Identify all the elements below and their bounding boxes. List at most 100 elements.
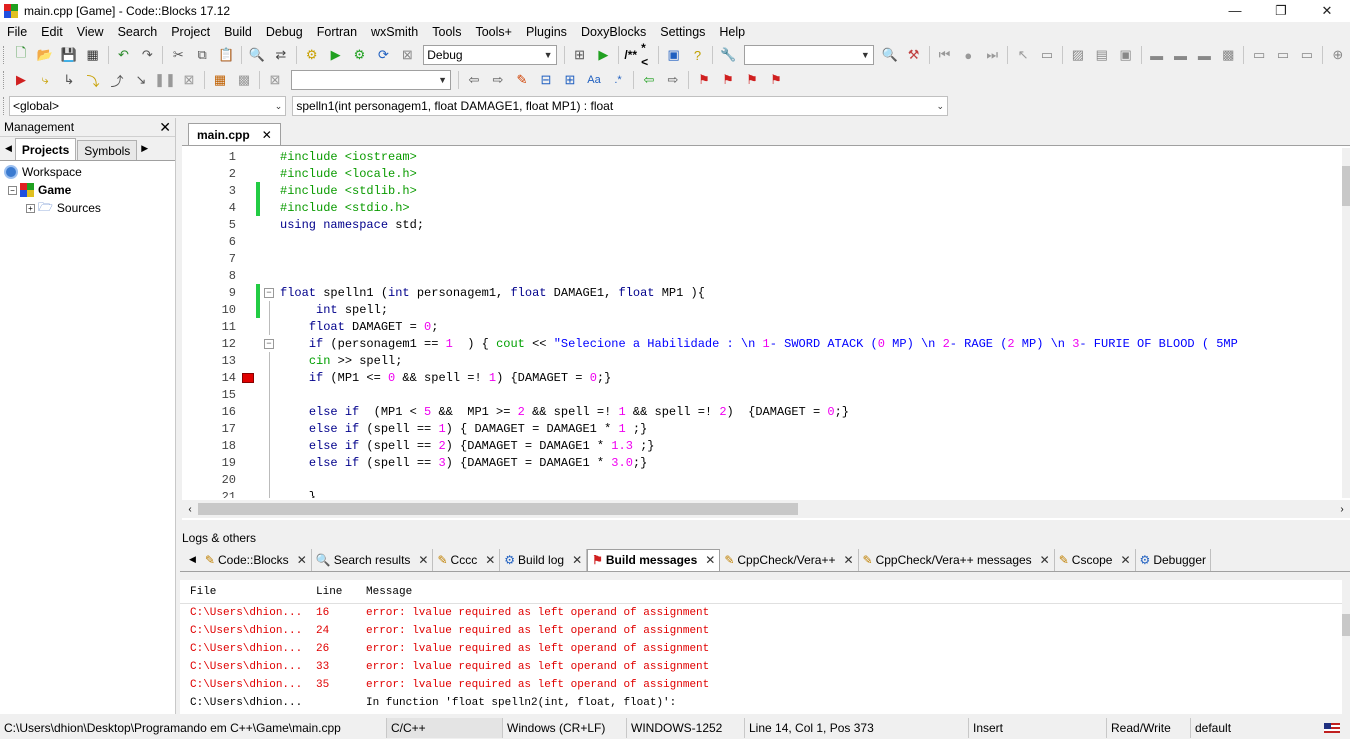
code-line[interactable]: 12 − if (personagem1 == 1 ) { cout << "Se…: [182, 335, 1342, 352]
line-number[interactable]: 16: [182, 405, 240, 419]
code-line[interactable]: 2 #include <locale.h>: [182, 165, 1342, 182]
marker-margin[interactable]: [240, 352, 256, 369]
menu-build[interactable]: Build: [217, 25, 259, 39]
code-line[interactable]: 20: [182, 471, 1342, 488]
tree-sources[interactable]: + 🗁 Sources: [4, 199, 171, 217]
tab-symbols[interactable]: Symbols: [77, 140, 138, 160]
close-icon[interactable]: ✕: [1040, 553, 1050, 567]
close-window-button[interactable]: ✕: [1304, 0, 1350, 22]
line-number[interactable]: 17: [182, 422, 240, 436]
code-search-combo[interactable]: ▼: [744, 45, 874, 65]
tab-build-messages[interactable]: ⚑ Build messages ✕: [587, 548, 721, 571]
step-out-icon[interactable]: ⤴: [107, 70, 127, 90]
prev-bookmark-icon[interactable]: ⚑: [718, 70, 738, 90]
next-instruction-icon[interactable]: ↘: [131, 70, 151, 90]
save-all-icon[interactable]: ▦: [83, 45, 103, 65]
close-icon[interactable]: ✕: [572, 553, 582, 567]
build-run-icon[interactable]: ⚙: [350, 45, 370, 65]
code-line[interactable]: 19 else if (spell == 3) {DAMAGET = DAMAG…: [182, 454, 1342, 471]
debug-run-icon[interactable]: ▶: [593, 45, 613, 65]
line-number[interactable]: 21: [182, 490, 240, 499]
close-icon[interactable]: ✕: [1120, 553, 1130, 567]
close-icon[interactable]: ✕: [485, 553, 495, 567]
select-icon[interactable]: ⊞: [560, 70, 580, 90]
code-line[interactable]: 11 float DAMAGET = 0;: [182, 318, 1342, 335]
menu-doxyblocks[interactable]: DoxyBlocks: [574, 25, 653, 39]
abort-icon[interactable]: ⊠: [397, 45, 417, 65]
widget-frame2-icon[interactable]: ▭: [1273, 45, 1293, 65]
doxy-comment-block-button[interactable]: /**: [624, 45, 637, 65]
tab-codeblocks[interactable]: ✎ Code::Blocks ✕: [200, 548, 312, 571]
editor-horizontal-scrollbar[interactable]: ‹ ›: [182, 500, 1350, 518]
function-select[interactable]: spelln1(int personagem1, float DAMAGE1, …: [292, 96, 948, 116]
widget-frame-icon[interactable]: ▭: [1249, 45, 1269, 65]
tab-build-log[interactable]: ⚙ Build log ✕: [500, 548, 588, 571]
step-back-icon[interactable]: ⏮: [935, 45, 955, 65]
menu-tools[interactable]: Tools: [425, 25, 468, 39]
settings-tools-icon[interactable]: ⚒: [904, 45, 924, 65]
widget-box-icon[interactable]: ▣: [1116, 45, 1136, 65]
save-icon[interactable]: 💾: [59, 45, 79, 65]
debug-start-icon[interactable]: ▶: [11, 70, 31, 90]
expand-icon[interactable]: +: [26, 203, 35, 213]
menu-project[interactable]: Project: [164, 25, 217, 39]
widget-sizer4-icon[interactable]: ▩: [1218, 45, 1238, 65]
tab-cccc[interactable]: ✎ Cccc ✕: [433, 548, 501, 571]
line-number[interactable]: 6: [182, 235, 240, 249]
cut-icon[interactable]: ✂: [168, 45, 188, 65]
next-line-icon[interactable]: ↳: [59, 70, 79, 90]
marker-margin[interactable]: [240, 318, 256, 335]
line-number[interactable]: 13: [182, 354, 240, 368]
widget-sizer3-icon[interactable]: ▬: [1194, 45, 1214, 65]
build-message-row[interactable]: C:\Users\dhion... 24 error: lvalue require…: [180, 622, 1350, 640]
menu-edit[interactable]: Edit: [34, 25, 70, 39]
debug-info2-icon[interactable]: ▩: [234, 70, 254, 90]
line-number[interactable]: 11: [182, 320, 240, 334]
code-editor[interactable]: 1 #include <iostream> 2 #include <locale.h>…: [182, 148, 1342, 498]
marker-margin[interactable]: [240, 454, 256, 471]
marker-margin[interactable]: [240, 182, 256, 199]
html-help-icon[interactable]: ?: [688, 45, 708, 65]
pause-icon[interactable]: ❚❚: [154, 70, 176, 90]
build-message-row[interactable]: C:\Users\dhion... In function 'float spel…: [180, 694, 1350, 712]
marker-margin[interactable]: [240, 233, 256, 250]
code-line[interactable]: 16 else if (MP1 < 5 && MP1 >= 2 && spell…: [182, 403, 1342, 420]
horizontal-scroll-thumb[interactable]: [198, 503, 798, 515]
line-number[interactable]: 19: [182, 456, 240, 470]
undo-icon[interactable]: ↶: [114, 45, 134, 65]
menu-debug[interactable]: Debug: [259, 25, 310, 39]
breakpoint-icon[interactable]: [240, 369, 256, 386]
marker-margin[interactable]: [240, 488, 256, 498]
build-gear-icon[interactable]: ⚙: [302, 45, 322, 65]
code-line[interactable]: 1 #include <iostream>: [182, 148, 1342, 165]
build-message-row[interactable]: C:\Users\dhion... 35 error: lvalue require…: [180, 676, 1350, 694]
menu-wxsmith[interactable]: wxSmith: [364, 25, 425, 39]
close-icon[interactable]: ✕: [418, 553, 428, 567]
code-line[interactable]: 15: [182, 386, 1342, 403]
widget-frame3-icon[interactable]: ▭: [1297, 45, 1317, 65]
minimize-button[interactable]: —: [1212, 0, 1258, 22]
bookmark-toggle-icon[interactable]: ⊠: [265, 70, 285, 90]
line-number[interactable]: 9: [182, 286, 240, 300]
regex-icon[interactable]: .*: [608, 70, 628, 90]
close-icon[interactable]: ✕: [262, 128, 272, 142]
tab-scroll-left-icon[interactable]: ◀: [2, 143, 15, 154]
widget-sizer2-icon[interactable]: ▬: [1171, 45, 1191, 65]
marker-margin[interactable]: [240, 301, 256, 318]
jump-combo[interactable]: ▼: [291, 70, 451, 90]
collapse-icon[interactable]: −: [8, 185, 17, 195]
tab-cppcheck-messages[interactable]: ✎ CppCheck/Vera++ messages ✕: [858, 548, 1055, 571]
line-number[interactable]: 8: [182, 269, 240, 283]
match-case-icon[interactable]: Aa: [584, 70, 604, 90]
close-icon[interactable]: ✕: [705, 553, 715, 567]
rebuild-icon[interactable]: ⟳: [373, 45, 393, 65]
tree-workspace[interactable]: Workspace: [4, 163, 171, 181]
code-line[interactable]: 4 #include <stdio.h>: [182, 199, 1342, 216]
code-line[interactable]: 5 using namespace std;: [182, 216, 1342, 233]
tab-cscope[interactable]: ✎ Cscope ✕: [1054, 548, 1136, 571]
code-line[interactable]: 13 cin >> spell;: [182, 352, 1342, 369]
tab-scroll-right-icon[interactable]: ▶: [138, 143, 151, 154]
messages-vertical-scrollbar[interactable]: [1342, 580, 1350, 714]
search-go-icon[interactable]: 🔍: [880, 45, 900, 65]
menu-file[interactable]: File: [0, 25, 34, 39]
